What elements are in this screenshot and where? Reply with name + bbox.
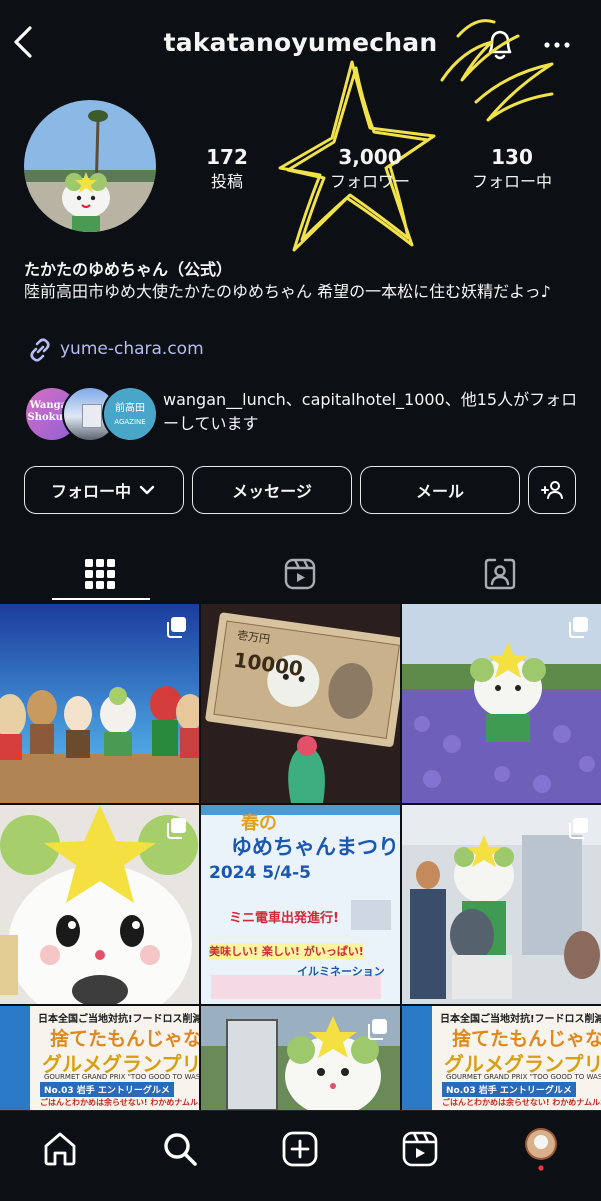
nav-profile[interactable]	[516, 1124, 566, 1174]
tab-tagged[interactable]	[400, 544, 600, 604]
stat-following[interactable]: 130 フォロー中	[457, 144, 567, 194]
grid-post-6[interactable]	[402, 805, 601, 1004]
grid-icon	[85, 559, 115, 589]
poster-date: 2024 5/4-5	[209, 863, 311, 883]
poster-line-3: イルミネーション	[297, 965, 385, 978]
stat-followers[interactable]: 3,000 フォロワー	[315, 144, 425, 194]
email-button[interactable]: メール	[360, 466, 520, 514]
message-button-label: メッセージ	[232, 482, 312, 501]
nav-search[interactable]	[155, 1124, 205, 1174]
nav-reels[interactable]	[395, 1124, 445, 1174]
nav-home[interactable]	[35, 1124, 85, 1174]
multiple-posts-icon	[569, 617, 588, 638]
stat-following-value: 130	[491, 145, 533, 169]
following-button[interactable]: フォロー中	[24, 466, 184, 514]
stat-posts-label: 投稿	[210, 172, 243, 191]
grid-post-8[interactable]	[201, 1006, 400, 1110]
grid-post-3[interactable]	[402, 604, 601, 803]
gourmet-1-line-4: GOURMET GRAND PRIX "TOO GOOD TO WASTE"	[44, 1073, 199, 1081]
gourmet-1-line-5: No.03 岩手 エントリーグルメ	[40, 1082, 174, 1097]
tagged-icon	[484, 558, 516, 590]
grid-post-4[interactable]	[0, 805, 199, 1004]
tab-grid[interactable]	[0, 544, 200, 604]
gourmet-2-line-5: No.03 岩手 エントリーグルメ	[442, 1082, 576, 1097]
multiple-posts-icon	[368, 1019, 387, 1040]
multiple-posts-icon	[167, 818, 186, 839]
more-icon	[544, 42, 570, 48]
stat-followers-label: フォロワー	[329, 172, 410, 191]
stat-followers-value: 3,000	[338, 145, 402, 169]
tab-reels[interactable]	[200, 544, 400, 604]
gourmet-1-line-6: ごはんとわかめは余らせない! わかめナムルおにぎり	[40, 1098, 199, 1107]
mutual-followers-avatars[interactable]: Wangan Shokudo 前高田 AGAZINE	[24, 386, 158, 442]
gourmet-1-line-2: 捨てたもんじゃない!	[50, 1028, 199, 1050]
stat-posts[interactable]: 172 投稿	[172, 144, 282, 194]
notifications-button[interactable]	[478, 22, 522, 66]
gourmet-2-line-2: 捨てたもんじゃない!	[452, 1028, 601, 1050]
link-icon	[30, 338, 50, 362]
profile-avatar-large[interactable]	[24, 100, 156, 232]
grid-post-2[interactable]: 10000 壱万円	[201, 604, 400, 803]
grid-post-7[interactable]: 日本全国ご当地対抗!フードロス削減 捨てたもんじゃない! グルメグランプリ GO…	[0, 1006, 199, 1110]
profile-avatar	[525, 1128, 557, 1171]
nav-create[interactable]	[275, 1124, 325, 1174]
more-options-button[interactable]	[540, 30, 574, 60]
profile-link-text: yume-chara.com	[60, 339, 204, 359]
mutual-followers-text[interactable]: wangan__lunch、capitalhotel_1000、他15人がフォロ…	[163, 388, 583, 436]
active-tab-indicator	[52, 598, 150, 600]
poster-line-1: ミニ電車出発進行!	[229, 911, 339, 926]
reels-nav-icon	[402, 1131, 438, 1167]
following-button-label: フォロー中	[50, 482, 131, 501]
display-name: たかたのゆめちゃん（公式）	[24, 260, 233, 279]
grid-post-1[interactable]	[0, 604, 199, 803]
grid-post-5[interactable]: 春の ゆめちゃんまつり 2024 5/4-5 ミニ電車出発進行! 美味しい! 楽…	[201, 805, 400, 1004]
add-person-icon	[541, 481, 563, 499]
bell-icon	[488, 30, 512, 60]
chevron-down-icon	[139, 485, 155, 495]
stat-posts-value: 172	[206, 145, 248, 169]
email-button-label: メール	[415, 482, 464, 501]
stat-following-label: フォロー中	[471, 172, 552, 191]
search-icon	[164, 1133, 197, 1166]
avatar-3-text-2: AGAZINE	[114, 418, 146, 426]
avatar-3-text-1: 前高田	[115, 403, 145, 414]
bio-text: 陸前高田市ゆめ大使たかたのゆめちゃん 希望の一本松に住む妖精だよっ♪	[24, 282, 551, 301]
home-icon	[44, 1132, 76, 1166]
create-icon	[282, 1131, 318, 1167]
avatar-photo	[24, 100, 156, 232]
poster-line-2: 美味しい! 楽しい! がいっぱい!	[209, 943, 364, 959]
gourmet-2-line-4: GOURMET GRAND PRIX "TOO GOOD TO WASTE"	[446, 1073, 601, 1081]
multiple-posts-icon	[569, 818, 588, 839]
poster-title: ゆめちゃんまつり	[231, 835, 399, 859]
multiple-posts-icon	[167, 617, 186, 638]
reels-icon	[284, 558, 316, 590]
gourmet-1-line-1: 日本全国ご当地対抗!フードロス削減	[38, 1014, 199, 1025]
post-2-image: 10000 壱万円	[201, 604, 400, 803]
gourmet-2-line-6: ごはんとわかめは余らせない! わかめナムルおにぎり	[442, 1098, 601, 1107]
gourmet-2-line-1: 日本全国ご当地対抗!フードロス削減	[440, 1014, 601, 1025]
suggest-people-button[interactable]	[528, 466, 576, 514]
message-button[interactable]: メッセージ	[192, 466, 352, 514]
grid-post-9[interactable]: 日本全国ご当地対抗!フードロス削減 捨てたもんじゃない! グルメグランプリ GO…	[402, 1006, 601, 1110]
mutual-avatar-3: 前高田 AGAZINE	[102, 386, 158, 442]
